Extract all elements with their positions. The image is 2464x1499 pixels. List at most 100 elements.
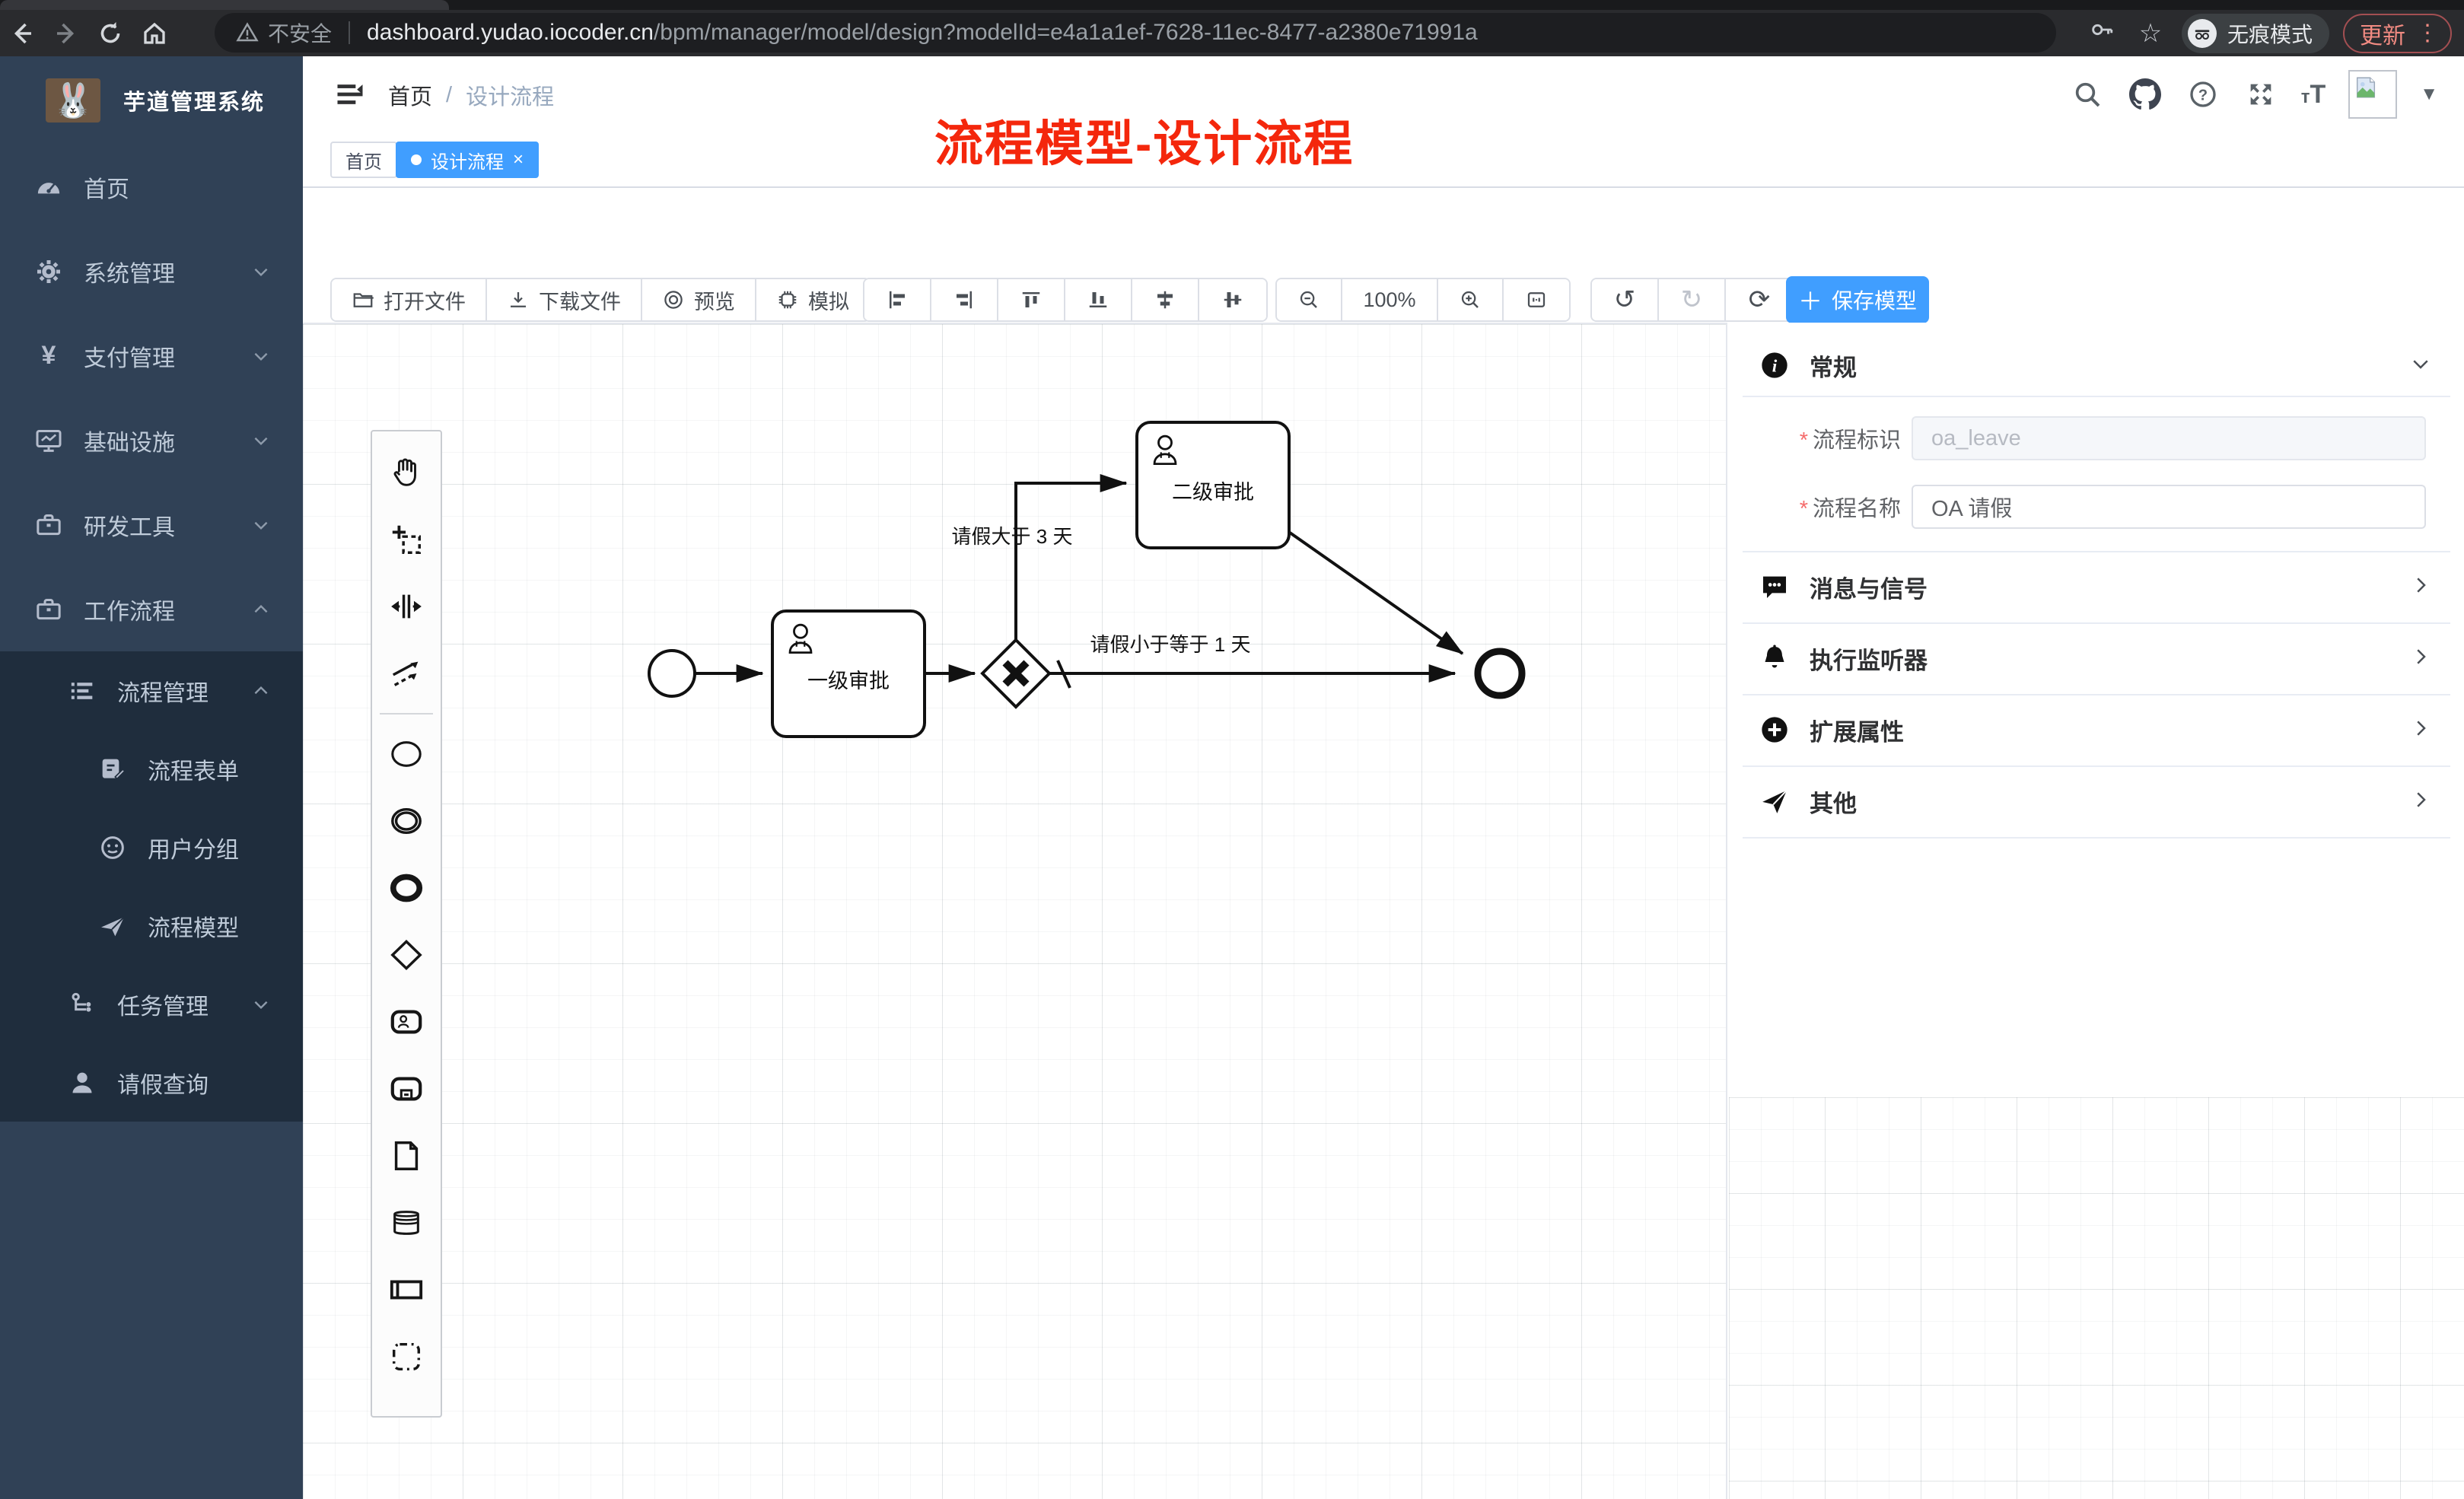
zoom-level[interactable]: 100% [1342,279,1438,320]
dashboard-icon [33,172,64,202]
sidebar-item-process-model[interactable]: 流程模型 [0,886,303,965]
restart-button[interactable]: ⟳ [1726,279,1793,320]
browser-chrome: 不安全 dashboard.yudao.iocoder.cn/bpm/manag… [0,0,2464,56]
avatar-caret-icon[interactable]: ▼ [2420,84,2438,105]
sidebar-item-label: 流程管理 [117,674,209,708]
properties-panel: i 常规 *流程标识 *流程名称 消息与信号 执行 [1726,323,2464,1499]
sidebar-item-payment[interactable]: ¥ 支付管理 [0,313,303,398]
active-dot-icon [411,154,422,165]
align-right-button[interactable] [931,279,998,320]
fullscreen-icon[interactable] [2243,77,2278,112]
address-bar[interactable]: 不安全 dashboard.yudao.iocoder.cn/bpm/manag… [215,13,2056,53]
panel-divider [1743,837,2450,839]
sidebar-item-system[interactable]: 系统管理 [0,229,303,313]
help-icon[interactable]: ? [2185,77,2220,112]
align-hcenter-button[interactable] [1199,279,1266,320]
sidebar-item-task-mgmt[interactable]: 任务管理 [0,965,303,1043]
file-button-group: 打开文件 下载文件 预览 模拟 [330,278,871,322]
align-vcenter-button[interactable] [1132,279,1199,320]
section-message-signal[interactable]: 消息与信号 [1727,552,2464,621]
sidebar-item-label: 请假查询 [117,1066,209,1100]
logo[interactable]: 🐰 芋道管理系统 [0,56,303,145]
chevron-right-icon [2409,788,2432,815]
condition-label-gt[interactable]: 请假大于 3 天 [952,525,1073,548]
process-name-input[interactable] [1912,485,2426,529]
browser-active-tab[interactable] [0,0,449,10]
section-other[interactable]: 其他 [1727,767,2464,835]
zoom-fit-button[interactable] [1504,279,1569,320]
tab-design-process[interactable]: 设计流程 × [396,142,539,178]
forward-icon[interactable] [44,15,88,52]
font-size-icon[interactable]: тT [2301,80,2326,110]
sidebar-item-devtools[interactable]: 研发工具 [0,482,303,567]
tags-bar: 首页 设计流程 × [303,132,2464,188]
save-model-button[interactable]: ＋ 保存模型 [1786,276,1929,323]
search-icon[interactable] [2070,77,2105,112]
bookmark-star-icon[interactable]: ☆ [2133,18,2168,49]
tab-label: 首页 [345,147,382,173]
zoom-in-button[interactable] [1438,279,1504,320]
yen-icon: ¥ [33,341,64,371]
info-icon: i [1759,350,1790,380]
sidebar-item-home[interactable]: 首页 [0,145,303,229]
close-icon[interactable]: × [513,149,524,170]
tab-home[interactable]: 首页 [330,142,397,178]
preview-button[interactable]: 预览 [642,279,756,320]
section-execution-listener[interactable]: 执行监听器 [1727,624,2464,692]
zoom-out-button[interactable] [1277,279,1342,320]
user-task-1[interactable]: 一级审批 [772,611,925,737]
app-header: 首页 / 设计流程 ? тT ▼ [303,56,2464,132]
briefcase-icon [33,510,64,540]
condition-label-le[interactable]: 请假小于等于 1 天 [1090,633,1251,656]
sidebar-item-label: 任务管理 [117,988,209,1021]
browser-menu-icon[interactable]: ⋮ [2416,20,2440,46]
back-icon[interactable] [0,15,44,52]
sidebar-item-user-group[interactable]: 用户分组 [0,808,303,886]
flow-gateway-to-task2[interactable] [1016,483,1126,639]
simulate-button[interactable]: 模拟 [756,279,869,320]
security-warning[interactable]: 不安全 [236,18,332,48]
chevron-right-icon [2409,717,2432,743]
sidebar-item-leave-query[interactable]: 请假查询 [0,1043,303,1122]
sidebar-item-process-form[interactable]: 流程表单 [0,730,303,808]
sidebar-item-label: 支付管理 [84,339,175,373]
process-key-input[interactable] [1912,416,2426,460]
user-task-2[interactable]: 二级审批 [1137,422,1289,548]
chevron-down-icon [251,431,271,450]
collapse-sidebar-icon[interactable] [333,78,367,111]
flow-task2-to-end[interactable] [1290,533,1463,654]
section-general[interactable]: i 常规 [1727,338,2464,393]
section-title: 消息与信号 [1810,570,1928,604]
download-file-button[interactable]: 下载文件 [487,279,642,320]
breadcrumb-home[interactable]: 首页 [388,79,432,111]
start-event[interactable] [649,651,695,696]
exclusive-gateway[interactable] [982,640,1049,707]
align-bottom-button[interactable] [1065,279,1132,320]
sidebar-item-workflow[interactable]: 工作流程 [0,567,303,651]
section-extended-attributes[interactable]: 扩展属性 [1727,695,2464,764]
sidebar-item-infra[interactable]: 基础设施 [0,398,303,482]
logo-title: 芋道管理系统 [123,84,265,116]
sidebar-item-process-mgmt[interactable]: 流程管理 [0,651,303,730]
send-icon [1759,786,1790,816]
zoom-level-label: 100% [1363,288,1415,312]
password-key-icon[interactable] [2084,17,2119,49]
user-task-2-label: 二级审批 [1172,481,1254,504]
align-button-group [863,278,1268,322]
chevron-down-icon [251,262,271,282]
sidebar-item-label: 首页 [84,170,129,204]
home-icon[interactable] [132,15,177,52]
avatar[interactable] [2348,70,2397,119]
bpmn-canvas[interactable]: 请假大于 3 天 请假小于等于 1 天 一级审批 [303,323,1726,1499]
user-group-icon [97,832,128,863]
open-file-button[interactable]: 打开文件 [332,279,487,320]
browser-update-button[interactable]: 更新 ⋮ [2343,14,2452,53]
redo-button[interactable]: ↻ [1659,279,1726,320]
reload-icon[interactable] [88,15,132,52]
incognito-badge[interactable]: 无痕模式 [2182,14,2329,53]
github-icon[interactable] [2128,77,2163,112]
align-left-button[interactable] [864,279,931,320]
end-event[interactable] [1478,651,1522,695]
undo-button[interactable]: ↺ [1592,279,1659,320]
align-top-button[interactable] [998,279,1065,320]
